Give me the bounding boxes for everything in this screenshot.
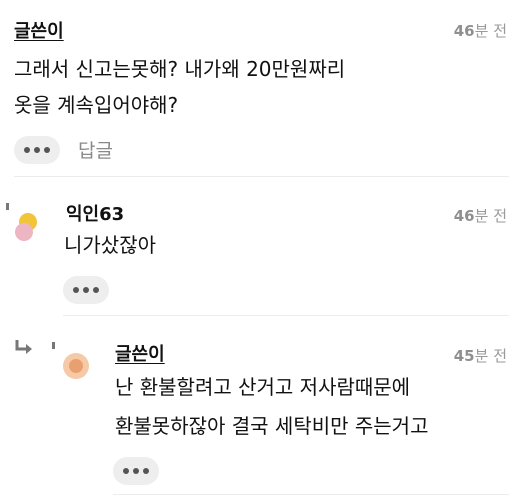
comment-author[interactable]: 익인63	[66, 200, 124, 226]
comment-text-line: 환불못하잖아 결국 세탁비만 주는거고	[115, 414, 429, 438]
more-dots-icon	[24, 147, 30, 153]
avatar-bottom-circle	[15, 223, 33, 241]
comment-author[interactable]: 글쓴이	[115, 340, 165, 366]
more-dot	[93, 287, 99, 293]
more-options-button[interactable]	[113, 457, 159, 485]
time-unit: 분 전	[474, 347, 507, 365]
more-dots-icon	[73, 287, 79, 293]
more-dots-icon	[123, 468, 129, 474]
reply-arrow-icon	[15, 340, 32, 354]
more-dot	[143, 468, 149, 474]
more-dot	[44, 147, 50, 153]
comment-author[interactable]: 글쓴이	[14, 17, 64, 43]
comment-divider	[63, 315, 509, 316]
more-dot	[133, 468, 139, 474]
comment-text-line: 니가샀잖아	[64, 233, 156, 257]
comment-text-line: 그래서 신고는못해? 내가왜 20만원짜리	[14, 57, 346, 81]
more-options-button[interactable]	[63, 276, 109, 304]
time-unit: 분 전	[474, 22, 507, 40]
comment-divider	[113, 494, 509, 495]
time-unit: 분 전	[474, 207, 507, 225]
comment-timestamp: 46분 전	[454, 205, 507, 226]
time-value: 46	[453, 22, 475, 40]
indent-marker	[6, 203, 9, 210]
time-value: 46	[453, 207, 475, 225]
comment-timestamp: 45분 전	[454, 345, 507, 366]
time-value: 45	[453, 347, 475, 365]
avatar-inner-circle	[69, 359, 83, 373]
user-avatar	[63, 353, 89, 379]
more-dot	[34, 147, 40, 153]
user-avatar	[15, 213, 37, 241]
comment-divider	[14, 176, 509, 177]
indent-marker	[52, 342, 55, 349]
comment-text-line: 옷을 계속입어야해?	[14, 93, 179, 117]
reply-button[interactable]: 답글	[78, 136, 113, 163]
comment-text-line: 난 환불할려고 산거고 저사람때문에	[115, 375, 411, 399]
more-dot	[83, 287, 89, 293]
more-options-button[interactable]	[14, 136, 60, 164]
comment-timestamp: 46분 전	[454, 20, 507, 41]
